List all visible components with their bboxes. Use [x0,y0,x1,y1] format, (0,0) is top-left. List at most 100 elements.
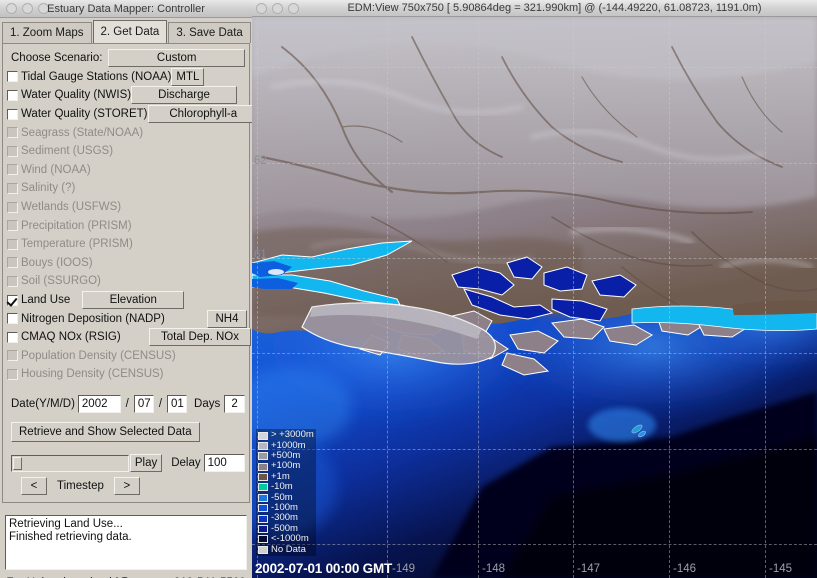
legend-swatch [258,525,268,534]
days-label: Days [194,398,221,411]
legend-swatch [258,473,268,482]
legend-swatch [258,535,268,544]
dataset-label: Sediment (USGS) [21,145,114,158]
checkbox-precipitation[interactable] [7,220,18,232]
map-title: EDM:View 750x750 [ 5.90864deg = 321.990k… [347,2,762,14]
tab-save-data[interactable]: 3. Save Data [168,22,251,43]
variable-dropdown-cmaq[interactable]: Total Dep. NOx [149,328,251,347]
dataset-row-nitrogen-deposition: Nitrogen Deposition (NADP) NH4 [7,309,247,328]
playback-row: Play Delay 100 [7,453,245,473]
dataset-row-wind: Wind (NOAA) [7,161,245,180]
legend-label: No Data [271,543,306,555]
checkbox-population-density[interactable] [7,350,18,362]
console-line: Finished retrieving data. [9,530,132,543]
map-canvas[interactable]: -149 -148 -147 -146 -145 62 61 > +3000m … [252,17,817,578]
timestep-next-button[interactable]: > [113,477,140,496]
timestep-prev-button[interactable]: < [21,477,47,496]
timestep-slider-thumb[interactable] [13,456,22,470]
dataset-label: Soil (SSURGO) [21,275,101,288]
checkbox-water-quality-storet[interactable] [7,108,18,120]
terrain-elevation-render [252,17,817,578]
legend-swatch [258,504,268,513]
checkbox-housing-density[interactable] [7,368,18,380]
checkbox-salinity[interactable] [7,182,18,194]
checkbox-wetlands[interactable] [7,201,18,213]
dataset-row-water-quality-storet: Water Quality (STORET) Chlorophyll-a [7,105,252,124]
scenario-label: Choose Scenario: [11,52,103,65]
dataset-label: Land Use [21,294,71,307]
dataset-label: Tidal Gauge Stations (NOAA) [21,70,172,83]
checkbox-tidal-gauge-stations[interactable] [7,71,18,83]
checkbox-sediment[interactable] [7,145,18,157]
checkbox-cmaq-nox[interactable] [7,331,18,343]
dataset-row-seagrass: Seagrass (State/NOAA) [7,123,245,142]
dataset-label: Seagrass (State/NOAA) [21,126,144,139]
dataset-label: Precipitation (PRISM) [21,219,132,232]
close-icon[interactable] [256,2,267,14]
dataset-row-tidal-gauge-stations: Tidal Gauge Stations (NOAA) MTL [7,67,245,87]
elevation-legend: > +3000m +1000m +500m +100m +1m -10m -50… [256,429,316,556]
date-year-input[interactable]: 2002 [77,395,121,414]
legend-swatch [258,431,268,440]
checkbox-seagrass[interactable] [7,127,18,139]
checkbox-wind[interactable] [7,164,18,176]
get-data-panel: Choose Scenario: Custom Tidal Gauge Stat… [2,43,252,504]
retrieve-and-show-button[interactable]: Retrieve and Show Selected Data [11,421,200,442]
dataset-label: CMAQ NOx (RSIG) [21,331,121,344]
checkbox-land-use[interactable] [7,294,18,306]
dataset-row-salinity: Salinity (?) [7,179,245,198]
dataset-row-population-density: Population Density (CENSUS) [7,347,245,366]
dataset-label: Population Density (CENSUS) [21,349,176,362]
dataset-row-sediment: Sediment (USGS) [7,142,245,161]
status-console[interactable]: Retrieving Land Use... Finished retrievi… [5,515,247,571]
delay-label: Delay [171,457,201,470]
dataset-label: Bouys (IOOS) [21,256,93,269]
checkbox-water-quality-nwis[interactable] [7,89,18,101]
dataset-label: Temperature (PRISM) [21,238,133,251]
variable-dropdown-land-use[interactable]: Elevation [82,291,185,310]
variable-dropdown-storet[interactable]: Chlorophyll-a [147,105,252,124]
variable-dropdown-tidal-gauge[interactable]: MTL [171,67,205,86]
dataset-row-wetlands: Wetlands (USFWS) [7,198,245,217]
dataset-label: Housing Density (CENSUS) [21,368,164,381]
date-month-input[interactable]: 07 [133,395,154,414]
date-row: Date(Y/M/D) 2002 / 07 / 01 Days 2 [7,394,245,415]
app-root: EDM:View 750x750 [ 5.90864deg = 321.990k… [0,0,817,578]
legend-swatch [258,514,268,523]
legend-swatch [258,452,268,461]
controller-body: 1. Zoom Maps 2. Get Data 3. Save Data Do… [0,20,252,578]
tab-zoom-maps[interactable]: 1. Zoom Maps [2,22,92,43]
play-button[interactable]: Play [129,454,163,473]
close-icon[interactable] [6,3,17,14]
checkbox-temperature[interactable] [7,238,18,250]
controller-window-controls[interactable] [6,3,49,14]
dataset-row-soil: Soil (SSURGO) [7,272,245,291]
variable-dropdown-nwis[interactable]: Discharge [131,86,237,105]
tab-get-data[interactable]: 2. Get Data [92,20,168,43]
checkbox-soil[interactable] [7,275,18,287]
minimize-icon[interactable] [22,3,33,14]
minimize-icon[interactable] [272,2,283,14]
checkbox-bouys[interactable] [7,257,18,269]
date-separator: / [125,398,129,411]
timestep-slider[interactable] [11,454,129,472]
dataset-label: Water Quality (NWIS) [21,89,132,102]
scenario-dropdown[interactable]: Custom [108,49,245,68]
dataset-row-housing-density: Housing Density (CENSUS) [7,365,245,384]
map-window: EDM:View 750x750 [ 5.90864deg = 321.990k… [252,0,817,578]
retrieve-row: Retrieve and Show Selected Data [7,421,245,442]
dataset-row-cmaq-nox: CMAQ NOx (RSIG) Total Dep. NOx [7,328,251,347]
delay-input[interactable]: 100 [203,454,245,473]
scenario-row: Choose Scenario: Custom [7,49,245,68]
dataset-label: Nitrogen Deposition (NADP) [21,312,165,325]
controller-titlebar: Estuary Data Mapper: Controller [0,0,252,18]
checkbox-nitrogen-deposition[interactable] [7,313,18,325]
controller-window: Estuary Data Mapper: Controller 1. Zoom … [0,0,252,578]
days-input[interactable]: 2 [224,395,245,414]
date-day-input[interactable]: 01 [167,395,188,414]
maximize-icon[interactable] [38,3,49,14]
dataset-label: Water Quality (STORET) [21,108,148,121]
legend-swatch [258,483,268,492]
variable-dropdown-nadp[interactable]: NH4 [207,309,247,328]
date-separator: / [158,398,163,411]
